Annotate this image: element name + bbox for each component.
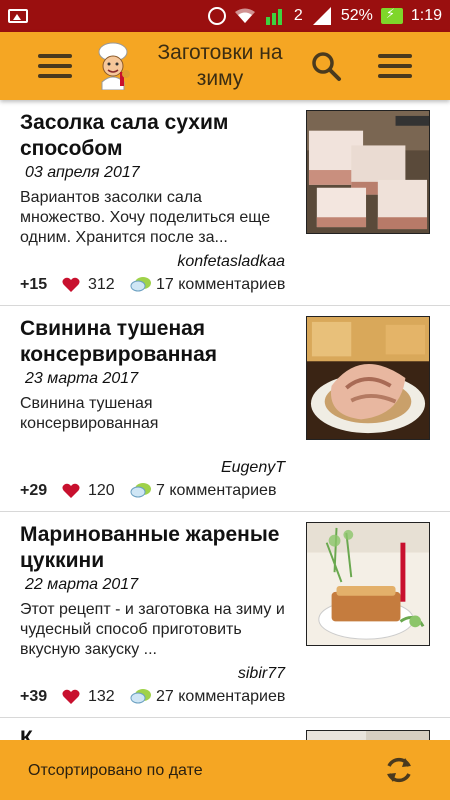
recipe-likes: 312 — [88, 276, 115, 293]
marinated-zucchini-photo[interactable] — [306, 522, 430, 646]
recipe-likes: 132 — [88, 688, 115, 705]
recipe-score: +39 — [20, 688, 48, 705]
recipe-card[interactable]: К — [0, 718, 450, 740]
sort-bar: Отсортировано по дате — [0, 740, 450, 800]
signal-icon — [312, 7, 331, 25]
alarm-icon — [207, 7, 226, 25]
status-bar: 2 52% 1:19 — [0, 0, 450, 32]
recipe-card[interactable]: Свинина тушеная консервированная 23 март… — [0, 306, 450, 512]
recipe-author[interactable]: konfetasladkaa — [177, 253, 285, 271]
salted-lard-photo[interactable] — [306, 110, 430, 234]
recipe-score: +29 — [20, 482, 48, 499]
recipe-comments[interactable]: 17 комментариев — [156, 276, 285, 294]
recipe-comments[interactable]: 27 комментариев — [156, 688, 285, 706]
status-icons: 2 52% 1:19 — [207, 6, 442, 25]
refresh-icon[interactable] — [383, 754, 415, 786]
recipe-stats: +29 120 7 комментариев — [20, 482, 276, 500]
notification-image-icon — [8, 9, 28, 23]
comments-icon[interactable] — [130, 276, 152, 294]
recipe-date: 03 апреля 2017 — [25, 164, 140, 181]
hamburger-icon[interactable] — [38, 54, 72, 78]
recipe-stats: +39 132 27 комментариев — [20, 688, 285, 706]
app-toolbar: Заготовки на зиму — [0, 32, 450, 100]
heart-icon[interactable] — [62, 483, 80, 499]
recipe-stats: +15 312 17 комментариев — [20, 276, 285, 294]
clock: 1:19 — [410, 7, 442, 24]
comments-icon[interactable] — [130, 482, 152, 500]
heart-icon[interactable] — [62, 277, 80, 293]
signal-green-icon — [265, 9, 282, 25]
recipe-card[interactable]: Засолка сала сухим способом 03 апреля 20… — [0, 100, 450, 306]
comments-icon[interactable] — [130, 688, 152, 706]
recipe-list[interactable]: Засолка сала сухим способом 03 апреля 20… — [0, 100, 450, 740]
recipe-date: 23 марта 2017 — [25, 370, 139, 387]
wifi-icon — [234, 8, 255, 23]
sort-label[interactable]: Отсортировано по дате — [28, 762, 203, 780]
recipe-card[interactable]: Маринованные жареные цуккини 22 марта 20… — [0, 512, 450, 718]
recipe-score: +15 — [20, 276, 48, 293]
page-title: Заготовки на зиму — [157, 41, 283, 90]
recipe-excerpt: Вариантов засолки сала множество. Хочу п… — [20, 189, 271, 246]
recipe-author[interactable]: EugenyT — [221, 459, 285, 477]
recipe-date: 22 марта 2017 — [25, 576, 139, 593]
recipe-likes: 120 — [88, 482, 115, 499]
recipe-title[interactable]: К — [20, 726, 290, 740]
search-icon[interactable] — [310, 50, 342, 82]
chef-logo-icon — [98, 42, 130, 90]
recipe-title[interactable]: Маринованные жареные цуккини — [20, 522, 290, 574]
network-label: 2 — [293, 7, 303, 24]
recipe-excerpt: Свинина тушеная консервированная — [20, 395, 159, 432]
more-menu-icon[interactable] — [378, 54, 412, 78]
recipe-title[interactable]: Свинина тушеная консервированная — [20, 316, 290, 368]
recipe-author[interactable]: sibir77 — [238, 665, 285, 683]
recipe-title[interactable]: Засолка сала сухим способом — [20, 110, 290, 162]
next-recipe-photo[interactable] — [306, 730, 430, 740]
recipe-comments[interactable]: 7 комментариев — [156, 482, 276, 500]
recipe-excerpt: Этот рецепт - и заготовка на зиму и чуде… — [20, 601, 285, 658]
heart-icon[interactable] — [62, 689, 80, 705]
canned-pork-photo[interactable] — [306, 316, 430, 440]
battery-charging-icon — [380, 6, 403, 24]
battery-percent: 52% — [340, 7, 373, 24]
